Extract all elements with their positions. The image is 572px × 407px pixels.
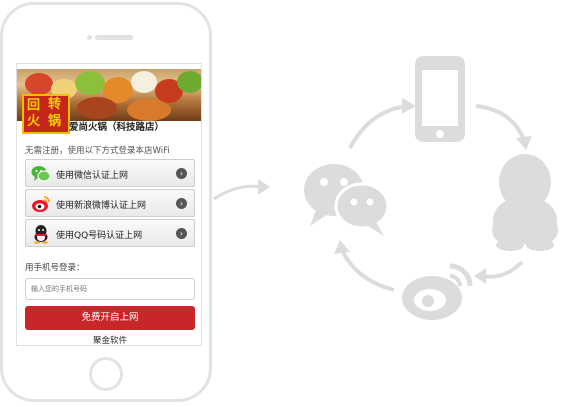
free-connect-button[interactable]: 免费开启上网 (25, 306, 195, 330)
logo-char: 锅 (48, 114, 62, 129)
cycle-arrow (340, 249, 395, 292)
logo-char: 火 (27, 114, 41, 129)
camera-dot (87, 35, 92, 40)
phone-screen: 回 转 火 锅 爱尚火锅（科技路店） 无需注册，使用以下方式登录本店WiFi 使… (16, 63, 202, 346)
qq-icon (492, 154, 558, 251)
cycle-arrowhead (474, 268, 486, 284)
wechat-icon (304, 164, 390, 236)
cycle-arrowhead (402, 98, 416, 114)
arrow-right-icon (213, 179, 270, 201)
cycle-arrow (481, 260, 524, 279)
qq-icon (34, 225, 48, 244)
cycle-arrow (475, 104, 526, 141)
weibo-icon (402, 263, 473, 320)
chevron-right-icon: › (176, 228, 187, 239)
qq-login-button[interactable]: 使用QQ号码认证上网 › (25, 219, 195, 247)
logo-char: 转 (48, 97, 62, 112)
cycle-arrowhead (516, 136, 532, 150)
mobile-phone-icon (415, 56, 465, 142)
wechat-login-label: 使用微信认证上网 (56, 171, 129, 181)
wechat-login-button[interactable]: 使用微信认证上网 › (25, 159, 195, 187)
wechat-icon (31, 166, 51, 182)
cycle-arrowhead (334, 240, 350, 254)
home-button (89, 357, 123, 391)
chevron-right-icon: › (176, 198, 187, 209)
phone-login-label: 用手机号登录： (25, 263, 85, 273)
intro-text: 无需注册，使用以下方式登录本店WiFi (25, 146, 170, 156)
speaker-slot (95, 35, 133, 40)
footer-brand: 聚金软件 (92, 336, 127, 346)
chevron-right-icon: › (176, 168, 187, 179)
phone-number-input[interactable] (25, 278, 195, 300)
phone-mockup: 回 转 火 锅 爱尚火锅（科技路店） 无需注册，使用以下方式登录本店WiFi 使… (0, 2, 212, 402)
logo-char: 回 (27, 98, 41, 113)
weibo-login-label: 使用新浪微博认证上网 (56, 201, 147, 211)
cycle-arrow (348, 104, 409, 149)
weibo-icon (32, 196, 50, 212)
merchant-name: 爱尚火锅（科技路店） (69, 122, 165, 133)
social-cycle-diagram (304, 56, 558, 320)
weibo-login-button[interactable]: 使用新浪微博认证上网 › (25, 189, 195, 217)
qq-login-label: 使用QQ号码认证上网 (56, 231, 143, 241)
merchant-logo: 回 转 火 锅 (22, 94, 70, 134)
